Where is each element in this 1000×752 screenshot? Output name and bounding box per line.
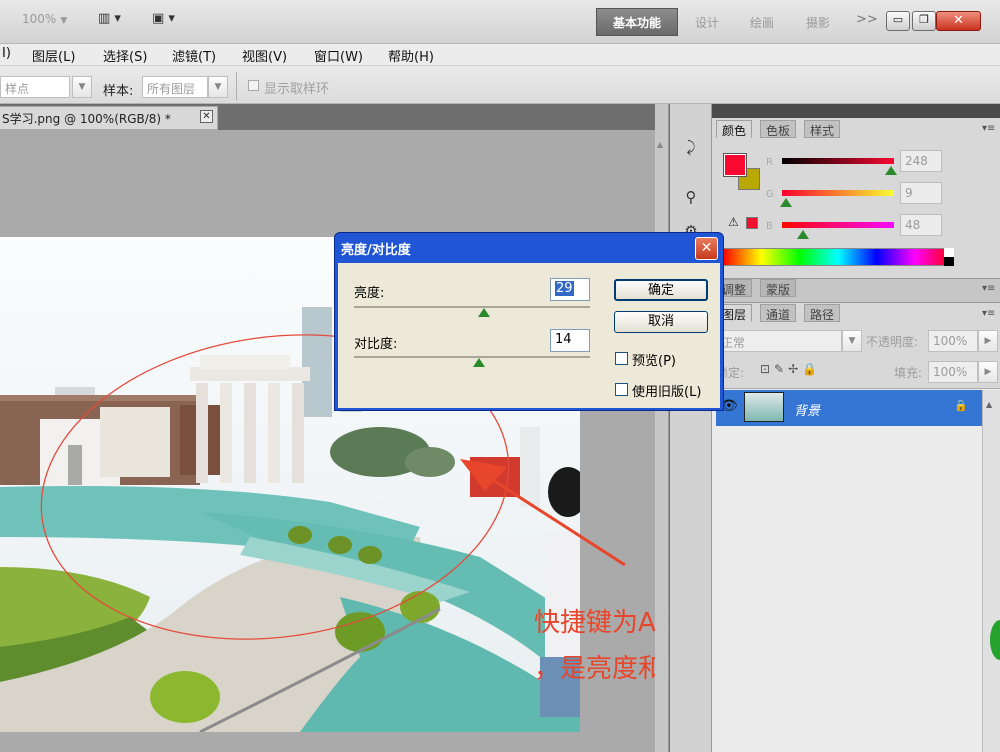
lock-icon: 🔒 bbox=[954, 399, 968, 412]
contrast-track[interactable] bbox=[354, 356, 590, 358]
menu-filter[interactable]: 滤镜(T) bbox=[172, 46, 216, 65]
sample-size-field[interactable]: 样点 bbox=[0, 76, 70, 98]
chevron-down-icon[interactable]: ▼ bbox=[842, 330, 862, 352]
show-sampling-ring-checkbox[interactable] bbox=[248, 80, 259, 91]
opacity-field[interactable]: 100% bbox=[928, 330, 978, 352]
restore-button[interactable]: ❐ bbox=[912, 11, 936, 31]
layer-name[interactable]: 背景 bbox=[794, 400, 820, 419]
ok-button[interactable]: 确定 bbox=[614, 279, 708, 301]
foreground-color-swatch[interactable] bbox=[723, 153, 747, 177]
channel-b-label: B bbox=[766, 221, 773, 232]
lock-icons[interactable]: ⊡✎✢🔒 bbox=[760, 362, 821, 376]
blue-value-field[interactable]: 48 bbox=[900, 214, 942, 236]
fill-label: 填充: bbox=[894, 366, 923, 380]
preview-checkbox[interactable] bbox=[615, 352, 628, 365]
blue-slider[interactable] bbox=[782, 222, 894, 228]
layer-thumbnail bbox=[744, 392, 784, 422]
red-slider[interactable] bbox=[782, 158, 894, 164]
workspace-essentials-button[interactable]: 基本功能 bbox=[596, 8, 678, 36]
annotation-arrow bbox=[460, 459, 626, 567]
tab-styles[interactable]: 样式 bbox=[804, 120, 841, 138]
chevron-right-icon[interactable]: ▶ bbox=[978, 330, 998, 352]
dialog-close-button[interactable]: ✕ bbox=[695, 237, 718, 260]
dialog-title: 亮度/对比度 bbox=[341, 243, 411, 258]
workspace-design-button[interactable]: 设计 bbox=[695, 14, 719, 31]
opacity-label: 不透明度: bbox=[866, 335, 919, 349]
chevron-right-icon[interactable]: ▶ bbox=[978, 361, 998, 383]
workspace-painting-button[interactable]: 绘画 bbox=[750, 14, 774, 31]
chevron-down-icon[interactable]: ▼ bbox=[72, 76, 92, 98]
tab-color[interactable]: 颜色 bbox=[716, 120, 753, 138]
brightness-track[interactable] bbox=[354, 306, 590, 308]
tab-paths[interactable]: 路径 bbox=[804, 304, 841, 322]
brightness-label: 亮度: bbox=[354, 286, 385, 301]
use-legacy-label: 使用旧版(L) bbox=[632, 385, 702, 400]
layer-list bbox=[712, 388, 1000, 752]
brightness-value: 29 bbox=[555, 281, 574, 296]
channel-g-label: G bbox=[766, 189, 774, 200]
tab-swatches[interactable]: 色板 bbox=[760, 120, 797, 138]
history-icon[interactable]: ⤸ bbox=[678, 138, 704, 164]
zoom-value: 100% bbox=[22, 12, 57, 26]
cancel-button[interactable]: 取消 bbox=[614, 311, 708, 333]
contrast-input[interactable]: 14 bbox=[550, 329, 590, 352]
red-value-field[interactable]: 248 bbox=[900, 150, 942, 172]
spectrum-black-swatch[interactable] bbox=[944, 257, 954, 266]
menu-select[interactable]: 选择(S) bbox=[103, 46, 147, 65]
menu-help[interactable]: 帮助(H) bbox=[388, 46, 434, 65]
brush-presets-icon[interactable]: ⚲ bbox=[678, 188, 704, 214]
fill-field[interactable]: 100% bbox=[928, 361, 978, 383]
chevron-down-icon: ▼ bbox=[60, 16, 68, 26]
panel-menu-icon[interactable]: ▾≡ bbox=[982, 308, 995, 319]
zoom-dropdown[interactable]: 100% ▼ bbox=[22, 12, 80, 32]
channel-r-label: R bbox=[766, 157, 773, 168]
spectrum-white-swatch[interactable] bbox=[944, 248, 954, 257]
adjustments-panel-header bbox=[712, 278, 1000, 302]
tab-channels[interactable]: 通道 bbox=[760, 304, 797, 322]
menu-layer[interactable]: 图层(L) bbox=[32, 46, 75, 65]
workspace-photography-button[interactable]: 摄影 bbox=[806, 14, 830, 31]
menu-image[interactable]: I) bbox=[2, 46, 11, 61]
screen-mode-icon[interactable]: ▣ ▾ bbox=[152, 11, 175, 33]
gamut-warning-icon[interactable]: ⚠ bbox=[728, 215, 739, 229]
panel-header-bar bbox=[712, 104, 1000, 118]
scroll-up-icon[interactable]: ▲ bbox=[986, 400, 992, 409]
green-value-field[interactable]: 9 bbox=[900, 182, 942, 204]
sample-label: 样本: bbox=[103, 84, 134, 99]
collapse-icon[interactable]: ▲ bbox=[657, 140, 663, 149]
layers-scrollbar[interactable] bbox=[982, 390, 1000, 752]
minimize-button[interactable]: ▭ bbox=[886, 11, 910, 31]
preview-label: 预览(P) bbox=[632, 354, 676, 369]
gamut-color-swatch[interactable] bbox=[746, 217, 758, 229]
red-slider-thumb[interactable] bbox=[884, 166, 897, 175]
panel-menu-icon[interactable]: ▾≡ bbox=[982, 123, 995, 134]
blue-slider-thumb[interactable] bbox=[797, 230, 810, 239]
close-icon[interactable]: ✕ bbox=[200, 110, 213, 123]
use-legacy-checkbox[interactable] bbox=[615, 383, 628, 396]
divider bbox=[236, 72, 237, 100]
tab-masks[interactable]: 蒙版 bbox=[760, 279, 797, 297]
brightness-slider-thumb[interactable] bbox=[477, 308, 490, 317]
panel-menu-icon[interactable]: ▾≡ bbox=[982, 283, 995, 294]
menu-bar bbox=[0, 44, 1000, 66]
more-workspaces-icon[interactable]: >> bbox=[856, 12, 878, 27]
close-window-button[interactable]: ✕ bbox=[936, 11, 981, 31]
arrange-documents-icon[interactable]: ▥ ▾ bbox=[98, 11, 121, 33]
contrast-slider-thumb[interactable] bbox=[473, 358, 486, 367]
sample-layers-field[interactable]: 所有图层 bbox=[142, 76, 208, 98]
dock-divider[interactable] bbox=[655, 104, 669, 752]
show-sampling-ring-label: 显示取样环 bbox=[264, 82, 330, 97]
menu-view[interactable]: 视图(V) bbox=[242, 46, 287, 65]
chevron-down-icon[interactable]: ▼ bbox=[208, 76, 228, 98]
contrast-label: 对比度: bbox=[354, 337, 398, 352]
color-spectrum-bar[interactable] bbox=[722, 248, 954, 266]
green-slider[interactable] bbox=[782, 190, 894, 196]
menu-window[interactable]: 窗口(W) bbox=[314, 46, 363, 65]
title-bar bbox=[0, 0, 1000, 44]
green-slider-thumb[interactable] bbox=[779, 198, 792, 207]
blend-mode-select[interactable]: 正常 bbox=[716, 330, 842, 352]
document-tab[interactable]: S学习.png @ 100%(RGB/8) * bbox=[0, 106, 218, 130]
brightness-input[interactable]: 29 bbox=[550, 278, 590, 301]
